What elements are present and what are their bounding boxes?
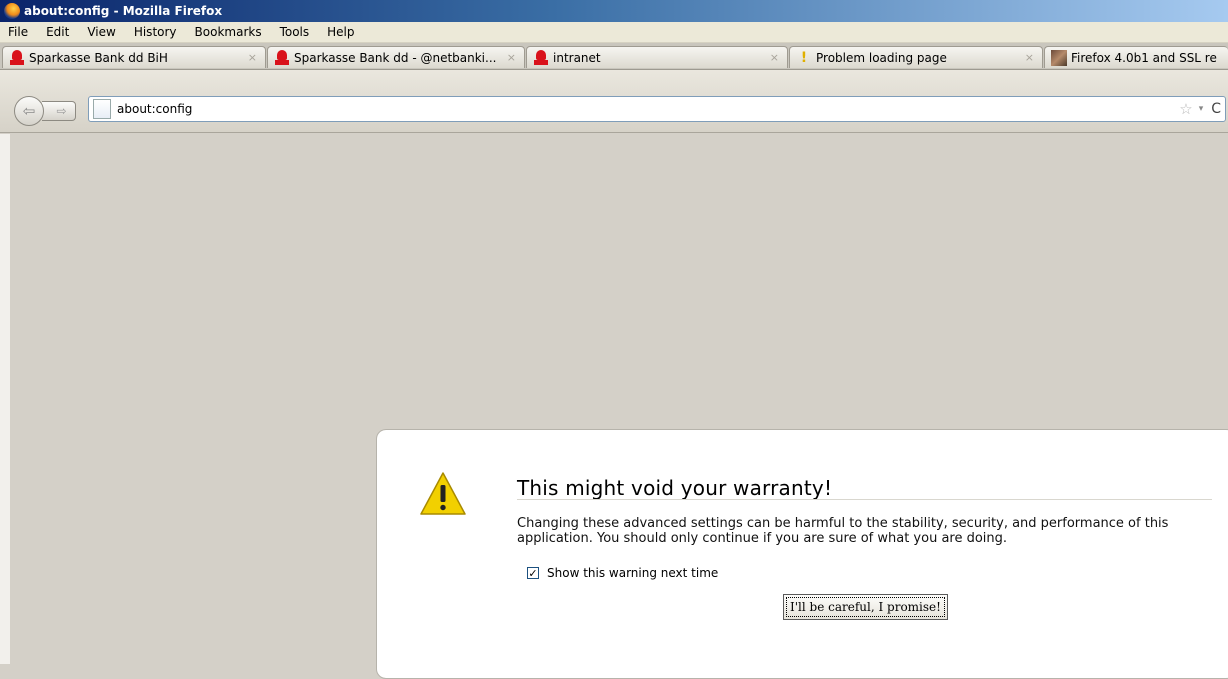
- window-title: about:config - Mozilla Firefox: [24, 4, 223, 18]
- menu-file[interactable]: File: [0, 25, 38, 39]
- sparkasse-icon: [9, 49, 25, 66]
- show-warning-checkbox[interactable]: ✓: [527, 567, 539, 579]
- forward-button[interactable]: ⇨: [42, 101, 76, 121]
- tab-label: intranet: [553, 50, 601, 65]
- image-icon: [1051, 49, 1067, 66]
- show-warning-option[interactable]: ✓ Show this warning next time: [527, 566, 718, 580]
- tab-label: Sparkasse Bank dd - @netbanki...: [294, 50, 497, 65]
- warning-title: This might void your warranty!: [517, 476, 833, 500]
- tab-firefox-ssl[interactable]: Firefox 4.0b1 and SSL re: [1044, 46, 1228, 68]
- url-bar[interactable]: about:config ☆ ▾ C: [88, 96, 1226, 122]
- window-titlebar: about:config - Mozilla Firefox: [0, 0, 1228, 22]
- sparkasse-icon: [274, 49, 290, 66]
- menu-bar: File Edit View History Bookmarks Tools H…: [0, 22, 1228, 43]
- back-arrow-icon: ⇦: [22, 102, 36, 120]
- navigation-bar: ⇨ ⇦ about:config ☆ ▾ C: [0, 70, 1228, 134]
- page-icon: [93, 99, 111, 119]
- tab-label: Firefox 4.0b1 and SSL re: [1071, 50, 1217, 65]
- menu-history[interactable]: History: [126, 25, 187, 39]
- close-icon[interactable]: ×: [507, 51, 516, 64]
- close-icon[interactable]: ×: [770, 51, 779, 64]
- warning-icon: !: [800, 49, 808, 66]
- firefox-logo-icon: [4, 3, 20, 19]
- menu-help[interactable]: Help: [319, 25, 364, 39]
- title-divider: [517, 499, 1212, 500]
- back-forward-group: ⇨ ⇦: [14, 96, 82, 126]
- warning-panel: This might void your warranty! Changing …: [376, 429, 1228, 679]
- show-warning-label: Show this warning next time: [547, 566, 719, 580]
- menu-view[interactable]: View: [79, 25, 125, 39]
- back-button[interactable]: ⇦: [14, 96, 44, 126]
- tab-intranet[interactable]: intranet ×: [526, 46, 788, 68]
- sparkasse-icon: [533, 49, 549, 66]
- content-left-edge: [0, 134, 10, 664]
- warning-triangle-icon: [420, 472, 466, 515]
- close-icon[interactable]: ×: [248, 51, 257, 64]
- tab-label: Sparkasse Bank dd BiH: [29, 50, 168, 65]
- tab-label: Problem loading page: [816, 50, 947, 65]
- chevron-down-icon[interactable]: ▾: [1199, 104, 1204, 114]
- tab-problem-loading[interactable]: ! Problem loading page ×: [789, 46, 1043, 68]
- menu-tools[interactable]: Tools: [272, 25, 320, 39]
- menu-bookmarks[interactable]: Bookmarks: [187, 25, 272, 39]
- star-icon[interactable]: ☆: [1179, 100, 1192, 118]
- menu-edit[interactable]: Edit: [38, 25, 79, 39]
- reload-icon[interactable]: C: [1211, 101, 1221, 117]
- forward-arrow-icon: ⇨: [56, 104, 67, 118]
- careful-promise-button[interactable]: I'll be careful, I promise!: [783, 594, 948, 620]
- close-icon[interactable]: ×: [1025, 51, 1034, 64]
- url-input[interactable]: about:config: [117, 102, 1179, 116]
- warning-message: Changing these advanced settings can be …: [517, 516, 1169, 546]
- tab-bar: Sparkasse Bank dd BiH × Sparkasse Bank d…: [0, 43, 1228, 70]
- tab-sparkasse-netbanking[interactable]: Sparkasse Bank dd - @netbanki... ×: [267, 46, 525, 68]
- tab-sparkasse-bih[interactable]: Sparkasse Bank dd BiH ×: [2, 46, 266, 68]
